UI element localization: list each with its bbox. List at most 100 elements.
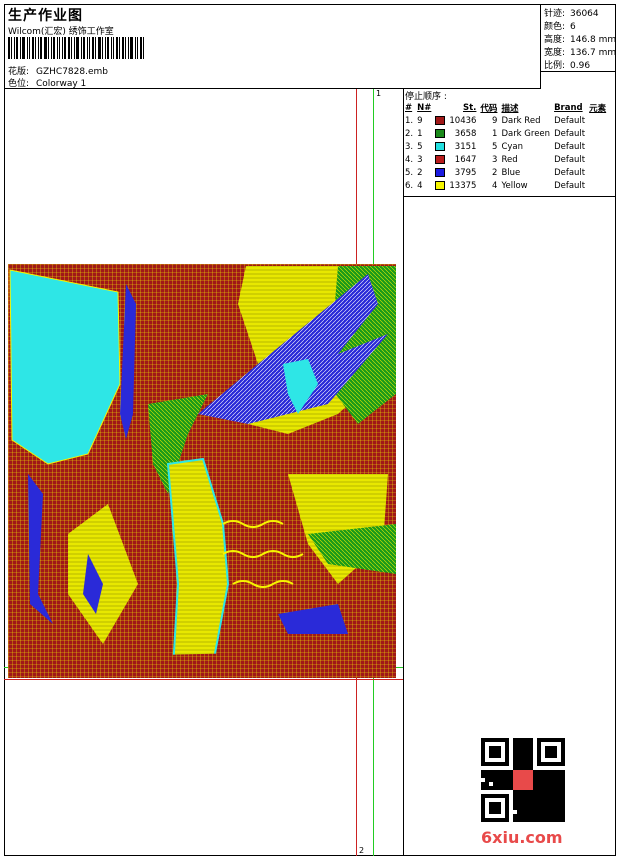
qr-module: [525, 762, 529, 766]
qr-module: [533, 794, 537, 798]
barcode-bar: [29, 37, 30, 59]
qr-module: [529, 746, 533, 750]
qr-module: [529, 802, 533, 806]
row-stitches: 1647: [454, 154, 477, 165]
qr-module: [533, 818, 537, 822]
qr-module: [561, 786, 565, 790]
qr-module: [525, 802, 529, 806]
row-description: Cyan: [501, 141, 523, 152]
header-panel: 生产作业图 Wilcom(汇宏) 绣饰工作室 花版: GZHC7828.emb 色…: [4, 4, 541, 89]
colorway-row: 色位: Colorway 1: [8, 76, 86, 89]
qr-module: [549, 802, 553, 806]
row-swatch: [433, 166, 447, 179]
barcode-bar: [116, 37, 118, 59]
qr-module: [517, 818, 521, 822]
barcode-bar: [38, 37, 39, 59]
qr-module: [553, 810, 557, 814]
barcode-bar: [137, 37, 138, 59]
qr-module: [485, 786, 489, 790]
qr-module: [549, 798, 553, 802]
barcode-bar: [81, 37, 82, 59]
qr-module: [509, 770, 513, 774]
scale-row: 比例: 0.96: [544, 58, 590, 71]
qr-module: [525, 766, 529, 770]
guide-line-horizontal-red: [4, 679, 403, 680]
qr-module: [541, 810, 545, 814]
qr-module: [537, 782, 541, 786]
row-swatch: [433, 114, 447, 127]
qr-module: [549, 790, 553, 794]
barcode-bar: [87, 37, 88, 59]
qr-module: [549, 778, 553, 782]
barcode-bar: [16, 37, 18, 59]
width-value: 136.7 mm: [570, 48, 617, 58]
row-needle: 3: [417, 154, 423, 165]
qr-module: [557, 782, 561, 786]
row-needle: 1: [417, 128, 423, 139]
stop-sequence-row: 3. 5 3151 5 Cyan Default: [403, 140, 608, 153]
qr-module: [561, 802, 565, 806]
qr-module: [529, 806, 533, 810]
barcode-bar: [140, 37, 142, 59]
qr-module: [561, 790, 565, 794]
row-stitches: 10436: [449, 115, 477, 126]
qr-module: [529, 754, 533, 758]
qr-module: [481, 770, 485, 774]
barcode-bar: [14, 37, 15, 59]
qr-module: [505, 770, 509, 774]
qr-module: [517, 814, 521, 818]
qr-module: [493, 774, 497, 778]
qr-module: [525, 750, 529, 754]
qr-module: [545, 746, 557, 758]
qr-module: [485, 778, 489, 782]
qr-module: [545, 774, 549, 778]
barcode-bar: [35, 37, 36, 59]
qr-module: [517, 746, 521, 750]
barcode-bar: [22, 37, 25, 59]
qr-module: [517, 810, 521, 814]
qr-module: [517, 794, 521, 798]
qr-module: [541, 770, 545, 774]
qr-module: [537, 778, 541, 782]
qr-module: [513, 798, 517, 802]
qr-module: [549, 818, 553, 822]
stop-sequence-table: # N# St. 代码 描述 Brand 元素 1. 9 10436 9 Dark Re…: [403, 101, 608, 192]
qr-module: [545, 770, 549, 774]
row-index: 1.: [405, 115, 414, 126]
qr-module: [537, 798, 541, 802]
qr-module: [521, 766, 525, 770]
qr-module: [505, 774, 509, 778]
qr-module: [525, 798, 529, 802]
qr-module: [509, 774, 513, 778]
stats-panel: 针迹: 36064 颜色: 6 高度: 146.8 mm 宽度: 136.7 mm 比例…: [541, 4, 616, 72]
qr-module: [481, 774, 485, 778]
barcode-bar: [11, 37, 12, 59]
qr-module: [533, 778, 537, 782]
qr-module: [529, 798, 533, 802]
qr-module: [513, 738, 517, 742]
qr-module: [525, 818, 529, 822]
stop-sequence-header-row: # N# St. 代码 描述 Brand 元素: [403, 101, 608, 114]
qr-module: [521, 738, 525, 742]
qr-module: [553, 806, 557, 810]
row-needle: 4: [417, 180, 423, 191]
height-value: 146.8 mm: [570, 35, 617, 45]
qr-module: [537, 790, 541, 794]
qr-module: [497, 774, 501, 778]
qr-module: [493, 786, 497, 790]
qr-module: [517, 798, 521, 802]
qr-module: [517, 738, 521, 742]
color-swatch: [435, 167, 446, 177]
barcode-bar: [64, 37, 66, 59]
qr-module: [513, 754, 517, 758]
qr-module: [521, 794, 525, 798]
page-title: 生产作业图: [8, 8, 83, 24]
qr-module: [521, 746, 525, 750]
qr-module: [549, 806, 553, 810]
company-name: Wilcom(汇宏) 绣饰工作室: [8, 27, 114, 37]
row-code: 3: [492, 154, 498, 165]
qr-module: [485, 782, 489, 786]
qr-module: [533, 782, 537, 786]
qr-module: [501, 782, 505, 786]
qr-module: [513, 806, 517, 810]
